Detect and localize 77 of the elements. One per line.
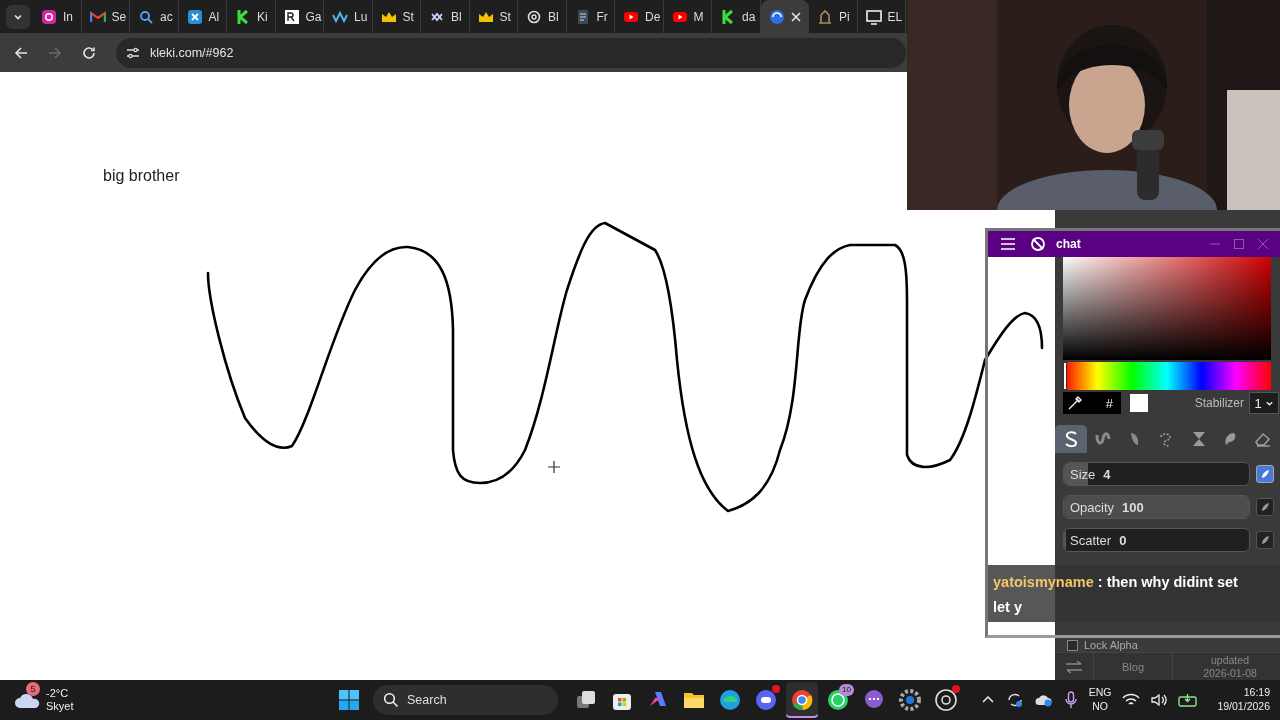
- tab-list-button[interactable]: [6, 4, 30, 29]
- cloud-icon[interactable]: [1034, 692, 1053, 708]
- pressure-toggle[interactable]: [1256, 465, 1274, 483]
- address-bar[interactable]: kleki.com/#962: [116, 37, 906, 68]
- pen-icon: [1260, 469, 1270, 479]
- clock[interactable]: 16:19 19/01/2026: [1217, 686, 1270, 714]
- search-field[interactable]: Search: [373, 685, 558, 715]
- taskbar-app[interactable]: [786, 682, 818, 718]
- updated-label: updated: [1211, 654, 1249, 667]
- pressure-toggle[interactable]: [1256, 498, 1274, 516]
- building-icon: [817, 8, 833, 25]
- notification-count: 10: [839, 684, 854, 696]
- window-title: chat: [1056, 237, 1081, 251]
- language-indicator[interactable]: ENG NO: [1088, 686, 1112, 714]
- search-icon: [138, 8, 154, 25]
- hue-slider[interactable]: [1063, 362, 1271, 390]
- globe-icon: [768, 8, 785, 25]
- battery-icon[interactable]: [1178, 693, 1199, 707]
- browser-icon: [790, 688, 814, 712]
- hue-thumb[interactable]: [1063, 362, 1067, 390]
- chat-app-icon: [754, 688, 778, 712]
- square-icon: [283, 8, 300, 25]
- camera-icon: [41, 8, 57, 25]
- crosshair-cursor-icon: [547, 460, 561, 474]
- back-icon[interactable]: [12, 45, 30, 60]
- taskbar-app[interactable]: 10: [822, 682, 854, 718]
- k-shape-icon: [720, 8, 736, 25]
- monitor-icon: [865, 8, 882, 25]
- microphone-icon[interactable]: [1063, 691, 1078, 709]
- chat-message-continuation: let y: [993, 598, 1022, 617]
- weather-badge: 5: [26, 681, 40, 696]
- k-shape-icon: [235, 8, 251, 25]
- updated-date: 2026-01-08: [1203, 666, 1257, 679]
- chat-message-text: : then why didint set: [1097, 574, 1238, 590]
- stabilizer-label: Stabilizer: [1194, 396, 1244, 410]
- browser-tab[interactable]: [760, 0, 809, 33]
- slider-value: 100: [1122, 499, 1144, 515]
- canvas-text: big brother: [103, 167, 180, 185]
- eyedropper-icon[interactable]: [1067, 395, 1083, 411]
- slider-value: 4: [1103, 466, 1111, 482]
- cross-icon: [186, 8, 203, 25]
- close-tab-icon[interactable]: [790, 11, 801, 22]
- slashed-circle-icon[interactable]: [1030, 236, 1046, 252]
- color-saturation-field[interactable]: [1063, 256, 1271, 360]
- flower-icon: [526, 8, 542, 25]
- pen-icon: [1260, 535, 1270, 545]
- slider-label: Size: [1070, 466, 1096, 482]
- wave-circle-icon: [718, 688, 742, 712]
- temperature-text: -2°C: [46, 686, 70, 700]
- lock-alpha-label: Lock Alpha: [1084, 639, 1138, 651]
- pen-icon: [1260, 502, 1270, 512]
- brush-setting-slider[interactable]: Scatter 0: [1063, 528, 1250, 552]
- wifi-icon[interactable]: [1122, 693, 1141, 707]
- url-text: kleki.com/#962: [150, 45, 234, 60]
- slider-label: Opacity: [1070, 499, 1115, 515]
- reload-icon[interactable]: [80, 45, 98, 60]
- pressure-toggle[interactable]: [1256, 531, 1274, 549]
- brush-setting-slider[interactable]: Size 4: [1063, 462, 1250, 486]
- aperture-icon: [934, 688, 958, 712]
- lock-alpha-checkbox[interactable]: [1067, 639, 1078, 651]
- volume-icon[interactable]: [1151, 693, 1168, 707]
- search-icon: [383, 692, 399, 708]
- sync-icon[interactable]: [1005, 691, 1024, 709]
- slider-value: 0: [1119, 532, 1127, 548]
- color-swatch[interactable]: [1130, 394, 1148, 412]
- swap-icon[interactable]: [1065, 659, 1083, 674]
- hex-input[interactable]: #: [1063, 392, 1121, 414]
- brush-setting-slider[interactable]: Opacity 100: [1063, 495, 1250, 519]
- slider-label: Scatter: [1070, 532, 1112, 548]
- settings-icon: [898, 688, 922, 712]
- envelope-icon: [89, 8, 106, 25]
- start-icon[interactable]: [338, 689, 360, 711]
- weather-condition: Skyet: [46, 700, 74, 714]
- site-settings-icon[interactable]: [126, 45, 140, 60]
- menu-icon[interactable]: [1000, 237, 1016, 251]
- stabilizer-select[interactable]: 1: [1249, 392, 1279, 414]
- tool-tab[interactable]: [1055, 425, 1087, 453]
